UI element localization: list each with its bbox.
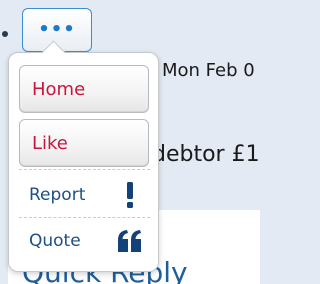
menu-item-quote[interactable]: Quote	[19, 219, 149, 263]
menu-item-home[interactable]: Home	[19, 65, 149, 113]
menu-divider	[19, 217, 150, 218]
menu-item-label: Like	[32, 132, 68, 154]
menu-item-label: Report	[29, 185, 86, 205]
post-date: Mon Feb 0	[162, 60, 255, 81]
menu-item-label: Home	[32, 78, 86, 100]
ellipsis-icon: •••	[38, 19, 76, 40]
post-text: debtor £1	[152, 142, 260, 167]
list-bullet	[2, 31, 8, 37]
menu-item-like[interactable]: Like	[19, 119, 149, 167]
menu-item-report[interactable]: Report	[19, 173, 149, 217]
exclamation-icon	[119, 173, 141, 217]
quote-icon	[115, 219, 145, 263]
menu-divider	[19, 169, 150, 170]
post-actions-menu: Home Like Report Quote	[8, 52, 159, 272]
menu-item-label: Quote	[29, 231, 81, 251]
